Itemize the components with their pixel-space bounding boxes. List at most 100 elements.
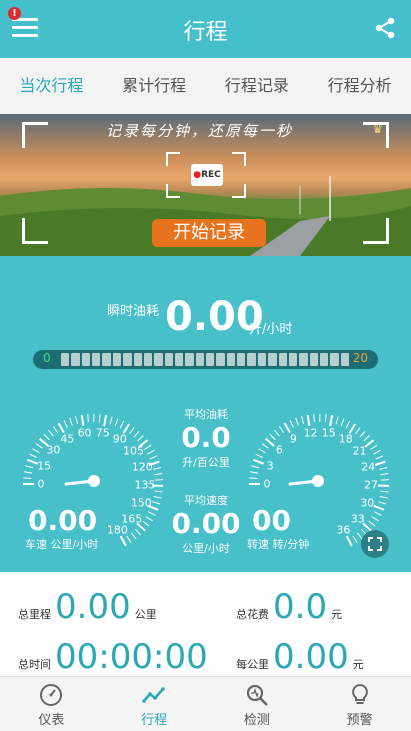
fuel-bar-cell xyxy=(319,353,329,366)
camera-focus-frame: ●REC xyxy=(166,152,246,198)
rec-icon: ●REC xyxy=(191,164,223,186)
fuel-bar-cell xyxy=(288,353,298,366)
share-icon[interactable] xyxy=(373,16,397,40)
rpm-tick-label: 30 xyxy=(360,496,375,510)
fuel-bar-cell xyxy=(174,353,184,366)
speed-gauge: 0.00 车速 公里/小时 0 15 30 45 60 75 90 105 120 135 150 1… xyxy=(18,404,168,554)
fuel-bar-cell xyxy=(81,353,91,366)
expand-icon xyxy=(368,537,382,551)
page-title: 行程 xyxy=(183,20,228,45)
app-header: ! 行程 xyxy=(0,0,411,58)
trend-icon xyxy=(142,687,165,703)
frame-corner xyxy=(22,218,48,244)
nav-warning[interactable]: 预警 xyxy=(308,677,411,731)
tab-trip-records[interactable]: 行程记录 xyxy=(206,58,309,114)
fuel-bar-cell xyxy=(92,353,101,366)
trip-summary: 总里程 0.00 公里 总花费 0.0 元 总时间 00:00:00 每公里 0… xyxy=(0,572,411,676)
fuel-bar-cell xyxy=(102,353,111,366)
rpm-value: 00 xyxy=(252,504,291,537)
avg-speed-unit: 公里/小时 xyxy=(182,542,230,555)
speed-tick-label: 75 xyxy=(95,426,110,440)
speed-tick-label: 120 xyxy=(131,460,153,474)
rpm-tick-label: 12 xyxy=(303,426,318,440)
tab-trip-analysis[interactable]: 行程分析 xyxy=(308,58,411,114)
fuel-bar-cell xyxy=(247,353,256,366)
fuel-bar-cell xyxy=(268,353,277,366)
nav-trip[interactable]: 行程 xyxy=(103,677,206,731)
fuel-bar-cell xyxy=(71,353,80,366)
fuel-bar-cell xyxy=(185,353,194,366)
speed-tick-label: 180 xyxy=(106,523,128,537)
frame-corner xyxy=(363,218,389,244)
record-banner: 记录每分钟，还原每一秒 ♛ ●REC 开始记录 xyxy=(0,114,411,256)
fuel-bar-cell xyxy=(216,353,225,366)
tab-cumulative-trip[interactable]: 累计行程 xyxy=(103,58,206,114)
rpm-tick-label: 9 xyxy=(289,432,297,446)
instant-fuel-unit: 升/小时 xyxy=(249,322,293,337)
avg-speed-label: 平均速度 xyxy=(184,494,228,507)
rpm-tick-label: 33 xyxy=(350,512,365,526)
fuel-bar-cell xyxy=(237,353,246,366)
bottom-navigation: 仪表 行程 检测 预警 xyxy=(0,676,411,731)
fuel-bar-cell xyxy=(154,353,163,366)
trip-tabs: 当次行程 累计行程 行程记录 行程分析 xyxy=(0,58,411,114)
rpm-tick-label: 24 xyxy=(361,460,376,474)
rpm-tick-label: 36 xyxy=(336,523,351,537)
fuel-bar-cell xyxy=(61,353,70,366)
avg-speed-value: 0.00 xyxy=(171,507,241,540)
cost-per-km: 每公里 0.00 元 xyxy=(236,637,364,677)
instant-fuel-label: 瞬时油耗 xyxy=(107,304,160,319)
rpm-tick-label: 6 xyxy=(275,443,283,457)
fuel-bar-cell xyxy=(309,353,318,366)
speed-tick-label: 0 xyxy=(37,477,45,491)
fuel-bar-cell xyxy=(278,353,287,366)
scan-icon xyxy=(246,684,268,706)
fuel-bar-cell xyxy=(299,353,308,366)
fuel-bar-cell xyxy=(133,353,142,366)
total-distance-value: 0.00 xyxy=(55,587,131,627)
speed-value: 0.00 xyxy=(28,504,98,537)
speed-tick-label: 105 xyxy=(123,444,144,458)
fuel-bar-cell xyxy=(123,353,132,366)
gauge-icon xyxy=(40,684,63,706)
speed-tick-label: 15 xyxy=(37,459,52,473)
rpm-tick-label: 21 xyxy=(352,444,367,458)
rpm-caption: 转速 转/分钟 xyxy=(247,538,310,551)
start-record-button[interactable]: 开始记录 xyxy=(152,219,266,247)
speed-caption: 车速 公里/小时 xyxy=(25,538,99,551)
dashboard-panel: 瞬时油耗 0.00 升/小时 0 20 0.00 车速 公里/小时 0 15 30 4… xyxy=(0,256,411,572)
speed-tick-label: 60 xyxy=(77,426,92,440)
fuel-bar-cell xyxy=(164,353,173,366)
rpm-tick-label: 15 xyxy=(321,426,336,440)
fuel-bar-max: 20 xyxy=(352,351,368,365)
fuel-bar-cell xyxy=(330,353,339,366)
avg-fuel-block: 平均油耗 0.0 升/百公里 xyxy=(166,406,246,470)
fuel-bar-cell xyxy=(143,353,153,366)
banner-slogan: 记录每分钟，还原每一秒 xyxy=(106,122,294,140)
tab-current-trip[interactable]: 当次行程 xyxy=(0,58,103,114)
fuel-bar-cell xyxy=(226,353,236,366)
crown-icon: ♛ xyxy=(372,122,383,136)
fullscreen-button[interactable] xyxy=(361,530,389,558)
total-cost-value: 0.0 xyxy=(273,587,328,627)
rpm-tick-label: 0 xyxy=(263,477,271,491)
fuel-bar-cells xyxy=(61,353,350,366)
total-cost: 总花费 0.0 元 xyxy=(236,587,343,627)
nav-dashboard[interactable]: 仪表 xyxy=(0,677,103,731)
rpm-tick-label: 18 xyxy=(338,432,353,446)
avg-speed-block: 平均速度 0.00 公里/小时 xyxy=(166,492,246,556)
fuel-bar-min: 0 xyxy=(43,351,51,365)
rpm-tick-label: 3 xyxy=(266,459,274,473)
total-time-value: 00:00:00 xyxy=(55,637,208,677)
fuel-bar-cell xyxy=(195,353,205,366)
fuel-bar-cell xyxy=(112,353,122,366)
speed-tick-label: 30 xyxy=(46,443,61,457)
total-distance: 总里程 0.00 公里 xyxy=(18,587,157,627)
nav-detect[interactable]: 检测 xyxy=(206,677,309,731)
avg-fuel-unit: 升/百公里 xyxy=(182,456,230,469)
fuel-bar-cell xyxy=(257,353,267,366)
fuel-bar-cell xyxy=(206,353,215,366)
bulb-icon xyxy=(351,683,368,704)
avg-fuel-label: 平均油耗 xyxy=(184,408,228,421)
rpm-tick-label: 27 xyxy=(363,478,378,492)
